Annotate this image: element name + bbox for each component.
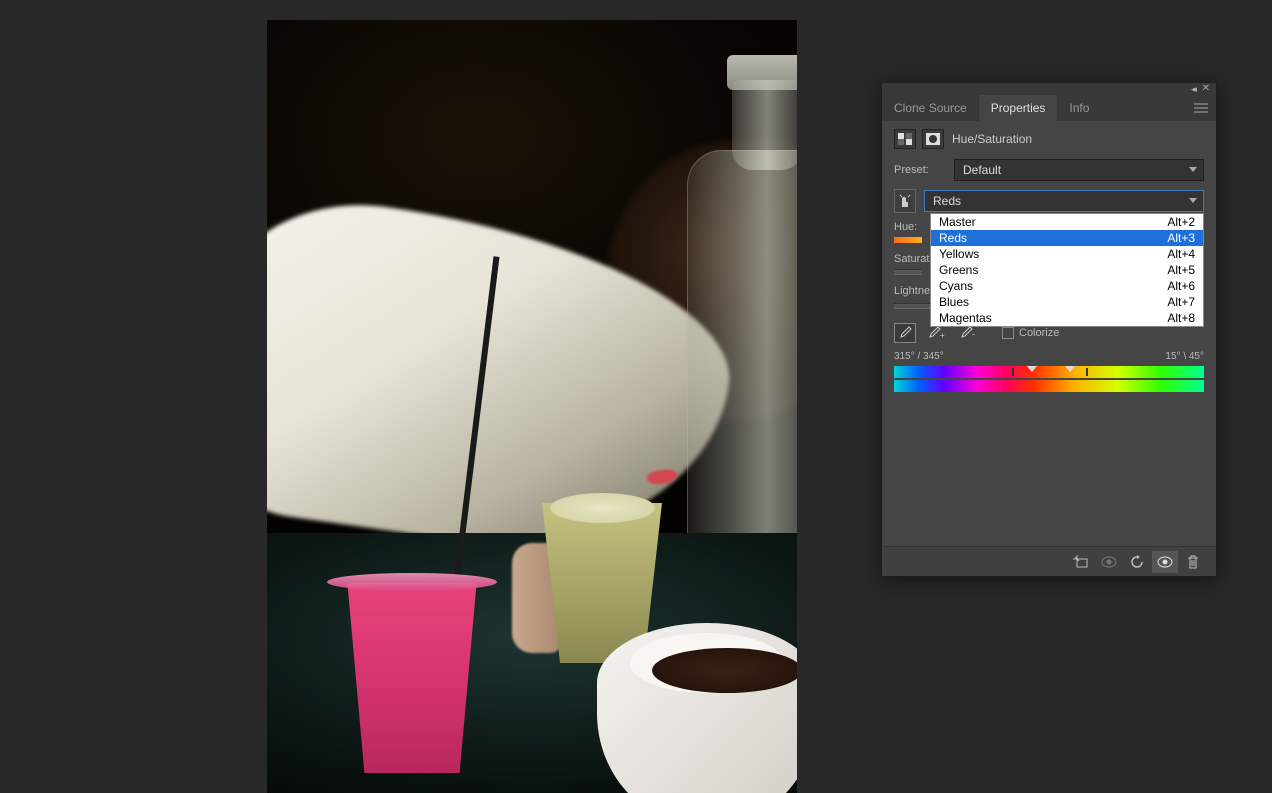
channel-select[interactable]: Reds xyxy=(924,190,1204,212)
preset-label: Preset: xyxy=(894,164,946,176)
svg-text:-: - xyxy=(972,329,975,339)
channel-option-yellows[interactable]: YellowsAlt+4 xyxy=(931,246,1203,262)
colorize-checkbox[interactable]: Colorize xyxy=(1002,327,1059,339)
preset-select[interactable]: Default xyxy=(954,159,1204,181)
range-right: 15° \ 45° xyxy=(1165,351,1204,362)
chevron-down-icon xyxy=(1189,198,1197,203)
svg-text:+: + xyxy=(940,331,945,340)
toggle-visibility-button[interactable] xyxy=(1152,551,1178,573)
adjustment-header: Hue/Saturation xyxy=(894,129,1204,149)
hue-label: Hue: xyxy=(894,221,917,233)
channel-option-cyans[interactable]: CyansAlt+6 xyxy=(931,278,1203,294)
tab-properties[interactable]: Properties xyxy=(979,95,1058,121)
panel-tabs: Clone Source Properties Info xyxy=(882,95,1216,121)
properties-panel: ◂◂ ✕ Clone Source Properties Info Hue/Sa… xyxy=(881,82,1217,577)
range-left: 315° / 345° xyxy=(894,351,944,362)
colorize-label: Colorize xyxy=(1019,327,1059,339)
canvas-document[interactable] xyxy=(267,20,797,793)
channel-option-greens[interactable]: GreensAlt+5 xyxy=(931,262,1203,278)
reset-button[interactable] xyxy=(1124,551,1150,573)
tab-info[interactable]: Info xyxy=(1057,95,1101,121)
hue-slider[interactable] xyxy=(894,237,922,243)
delete-button[interactable] xyxy=(1180,551,1206,573)
tab-clone-source[interactable]: Clone Source xyxy=(882,95,979,121)
collapse-panel-icon[interactable]: ◂◂ xyxy=(1191,84,1194,95)
adjustment-type-icon[interactable] xyxy=(894,129,916,149)
photo-content xyxy=(267,20,797,793)
preset-value: Default xyxy=(963,163,1001,177)
panel-menu-icon[interactable] xyxy=(1186,103,1216,113)
channel-option-blues[interactable]: BluesAlt+7 xyxy=(931,294,1203,310)
layer-mask-icon[interactable] xyxy=(922,129,944,149)
channel-option-magentas[interactable]: MagentasAlt+8 xyxy=(931,310,1203,326)
saturation-slider[interactable] xyxy=(894,269,922,275)
eyedropper-tool[interactable] xyxy=(894,323,916,343)
adjustment-title: Hue/Saturation xyxy=(952,132,1032,146)
channel-dropdown-list: MasterAlt+2RedsAlt+3YellowsAlt+4GreensAl… xyxy=(930,213,1204,327)
chevron-down-icon xyxy=(1189,167,1197,172)
targeted-adjust-tool[interactable] xyxy=(894,189,916,213)
close-panel-icon[interactable]: ✕ xyxy=(1202,83,1210,94)
channel-option-reds[interactable]: RedsAlt+3 xyxy=(931,230,1203,246)
view-previous-state-button[interactable] xyxy=(1096,551,1122,573)
panel-topbar: ◂◂ ✕ xyxy=(882,83,1216,95)
color-range-spectrum[interactable] xyxy=(894,366,1204,392)
panel-footer xyxy=(882,546,1216,576)
channel-option-master[interactable]: MasterAlt+2 xyxy=(931,214,1203,230)
clip-to-layer-button[interactable] xyxy=(1068,551,1094,573)
channel-value: Reds xyxy=(933,194,961,208)
